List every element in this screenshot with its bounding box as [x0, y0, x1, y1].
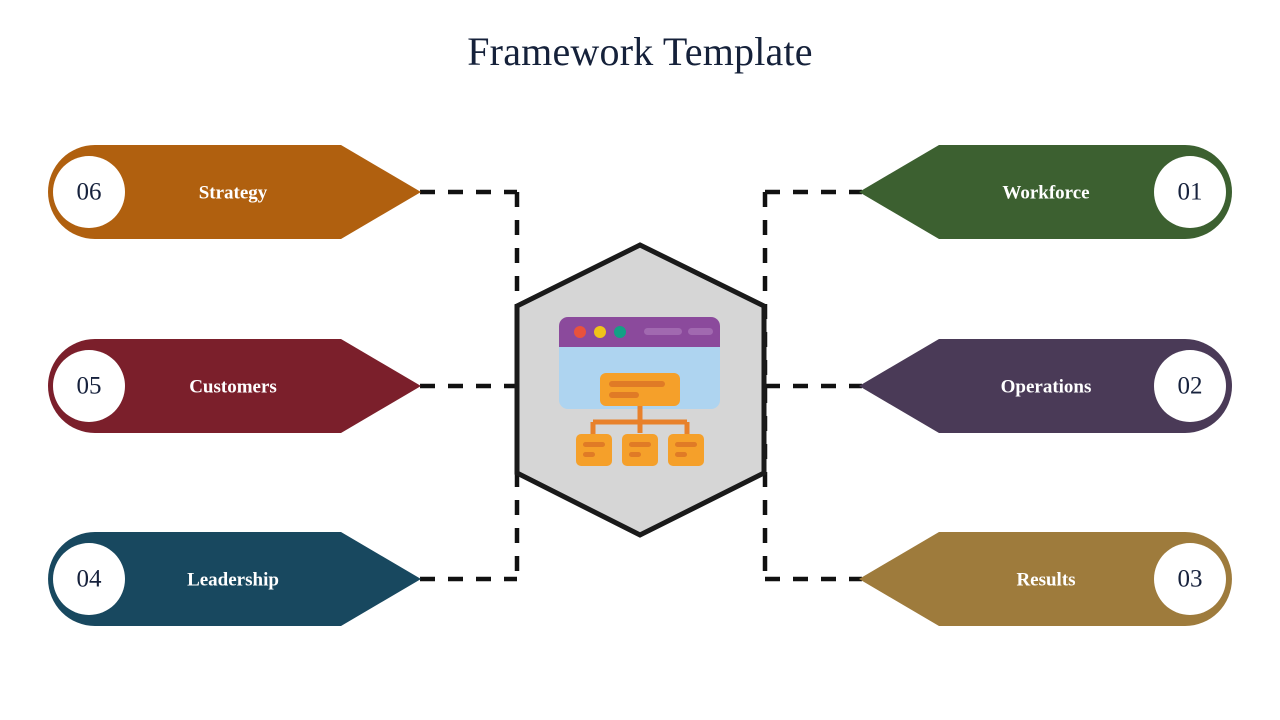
- arrow-label-leadership: Leadership: [187, 570, 279, 591]
- connector-lines-left: [420, 189, 520, 582]
- org-node-child-1: [576, 434, 612, 466]
- arrow-number-customers: 05: [77, 373, 102, 400]
- arrow-label-results: Results: [1016, 570, 1075, 591]
- arrow-label-customers: Customers: [189, 377, 277, 398]
- org-node-child-1-line-2: [583, 452, 595, 457]
- red-dot-icon: [574, 326, 586, 338]
- org-node-parent-line-2: [609, 392, 639, 398]
- org-node-child-3: [668, 434, 704, 466]
- green-dot-icon: [614, 326, 626, 338]
- arrow-number-results: 03: [1178, 566, 1203, 593]
- arrow-item-strategy[interactable]: 06 Strategy: [48, 145, 421, 239]
- browser-org-chart-icon: [559, 317, 720, 466]
- arrow-label-operations: Operations: [1001, 377, 1092, 398]
- arrow-number-operations: 02: [1178, 373, 1203, 400]
- arrow-number-strategy: 06: [77, 179, 102, 206]
- arrow-item-operations[interactable]: 02 Operations: [859, 339, 1232, 433]
- org-node-child-3-line-2: [675, 452, 687, 457]
- arrow-item-leadership[interactable]: 04 Leadership: [48, 532, 421, 626]
- arrow-item-customers[interactable]: 05 Customers: [48, 339, 421, 433]
- arrow-label-workforce: Workforce: [1002, 183, 1089, 204]
- org-node-child-1-line-1: [583, 442, 605, 447]
- arrow-label-strategy: Strategy: [199, 183, 268, 204]
- arrow-number-workforce: 01: [1178, 179, 1203, 206]
- arrow-item-results[interactable]: 03 Results: [859, 532, 1232, 626]
- arrow-number-leadership: 04: [77, 566, 103, 593]
- org-node-child-3-line-1: [675, 442, 697, 447]
- connector-lines-right: [762, 189, 862, 582]
- center-hexagon-group[interactable]: [514, 242, 767, 538]
- framework-diagram: 06 Strategy 05 Customers 04 Leadership 0…: [48, 145, 1232, 626]
- org-node-child-2: [622, 434, 658, 466]
- arrow-item-workforce[interactable]: 01 Workforce: [859, 145, 1232, 239]
- org-node-parent: [600, 373, 680, 406]
- browser-addressbar-pill-2: [688, 328, 713, 335]
- org-node-child-2-line-1: [629, 442, 651, 447]
- org-node-child-2-line-2: [629, 452, 641, 457]
- slide-canvas: Framework Template 06 Strategy 05 Custom…: [0, 0, 1280, 720]
- yellow-dot-icon: [594, 326, 606, 338]
- browser-addressbar-pill-1: [644, 328, 682, 335]
- org-node-parent-line-1: [609, 381, 665, 387]
